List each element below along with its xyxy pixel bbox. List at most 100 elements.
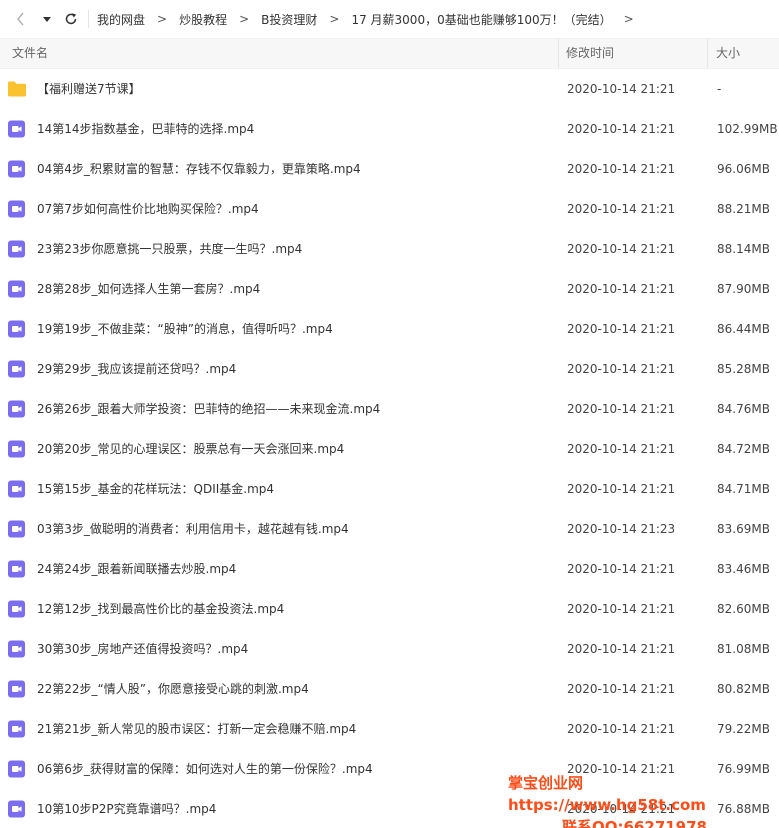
- file-name: 07第7步如何高性价比地购买保险？.mp4: [37, 202, 259, 216]
- breadcrumb-separator: >: [329, 12, 340, 26]
- file-modified-time: 2020-10-14 21:21: [567, 442, 676, 456]
- file-row[interactable]: 21第21步_新人常见的股市误区：打新一定会稳赚不赔.mp4 2020-10-14…: [0, 709, 779, 749]
- file-name: 28第28步_如何选择人生第一套房？.mp4: [37, 282, 261, 296]
- video-file-icon: [7, 720, 27, 738]
- breadcrumb-item-root[interactable]: 我的网盘: [97, 11, 145, 28]
- column-header-size[interactable]: 大小: [716, 39, 740, 68]
- file-row[interactable]: 06第6步_获得财富的保障：如何选对人生的第一份保险？.mp4 2020-10-1…: [0, 749, 779, 789]
- file-size: 79.22MB: [717, 722, 770, 736]
- file-name: 26第26步_跟着大师学投资：巴菲特的绝招——未来现金流.mp4: [37, 402, 381, 416]
- video-file-icon: [7, 800, 27, 818]
- toolbar: 我的网盘 > 炒股教程 > B投资理财 > 17 月薪3000，0基础也能赚够1…: [0, 0, 779, 38]
- video-file-icon: [7, 640, 27, 658]
- file-modified-time: 2020-10-14 21:21: [567, 162, 676, 176]
- file-modified-time: 2020-10-14 21:21: [567, 202, 676, 216]
- back-button[interactable]: [12, 10, 30, 28]
- video-file-icon: [7, 440, 27, 458]
- refresh-button[interactable]: [62, 10, 80, 28]
- video-file-icon: [7, 240, 27, 258]
- file-name: 03第3步_做聪明的消费者：利用信用卡，越花越有钱.mp4: [37, 522, 349, 536]
- refresh-icon: [65, 13, 77, 25]
- file-size: 88.21MB: [717, 202, 770, 216]
- file-row[interactable]: 12第12步_找到最高性价比的基金投资法.mp4 2020-10-14 21:21…: [0, 589, 779, 629]
- file-size: 76.99MB: [717, 762, 770, 776]
- breadcrumb-separator[interactable]: >: [624, 12, 634, 26]
- breadcrumb-separator: >: [157, 12, 168, 26]
- file-row[interactable]: 29第29步_我应该提前还贷吗？.mp4 2020-10-14 21:21 85.2…: [0, 349, 779, 389]
- chevron-left-icon: [17, 12, 24, 26]
- file-modified-time: 2020-10-14 21:21: [567, 762, 676, 776]
- file-modified-time: 2020-10-14 21:21: [567, 242, 676, 256]
- breadcrumb-separator: >: [239, 12, 250, 26]
- file-size: 96.06MB: [717, 162, 770, 176]
- file-name: 24第24步_跟着新闻联播去炒股.mp4: [37, 562, 237, 576]
- video-file-icon: [7, 320, 27, 338]
- file-name: 14第14步指数基金，巴菲特的选择.mp4: [37, 122, 255, 136]
- file-row[interactable]: 30第30步_房地产还值得投资吗？.mp4 2020-10-14 21:21 81.…: [0, 629, 779, 669]
- file-name: 04第4步_积累财富的智慧：存钱不仅靠毅力，更靠策略.mp4: [37, 162, 361, 176]
- file-size: 85.28MB: [717, 362, 770, 376]
- video-file-icon: [7, 360, 27, 378]
- file-size: 76.88MB: [717, 802, 770, 816]
- file-row[interactable]: 10第10步P2P究竟靠谱吗？.mp4 2020-10-14 21:21 76.88…: [0, 789, 779, 828]
- file-row[interactable]: 07第7步如何高性价比地购买保险？.mp4 2020-10-14 21:21 88.…: [0, 189, 779, 229]
- video-file-icon: [7, 400, 27, 418]
- file-size: 84.76MB: [717, 402, 770, 416]
- video-file-icon: [7, 600, 27, 618]
- file-name: 29第29步_我应该提前还贷吗？.mp4: [37, 362, 237, 376]
- file-row[interactable]: 24第24步_跟着新闻联播去炒股.mp4 2020-10-14 21:21 83.4…: [0, 549, 779, 589]
- column-header: 文件名 修改时间 大小: [0, 38, 779, 69]
- file-name: 22第22步_“情人股”，你愿意接受心跳的刺激.mp4: [37, 682, 309, 696]
- column-divider[interactable]: [558, 39, 559, 68]
- file-size: 82.60MB: [717, 602, 770, 616]
- folder-row[interactable]: 【福利赠送7节课】 2020-10-14 21:21 -: [0, 69, 779, 109]
- file-size: 88.14MB: [717, 242, 770, 256]
- file-name: 10第10步P2P究竟靠谱吗？.mp4: [37, 802, 217, 816]
- file-size: 83.46MB: [717, 562, 770, 576]
- file-modified-time: 2020-10-14 21:21: [567, 122, 676, 136]
- file-size: 102.99MB: [717, 122, 778, 136]
- folder-icon: [7, 80, 27, 98]
- file-row[interactable]: 15第15步_基金的花样玩法：QDII基金.mp4 2020-10-14 21:2…: [0, 469, 779, 509]
- file-row[interactable]: 28第28步_如何选择人生第一套房？.mp4 2020-10-14 21:21 87…: [0, 269, 779, 309]
- video-file-icon: [7, 120, 27, 138]
- file-row[interactable]: 22第22步_“情人股”，你愿意接受心跳的刺激.mp4 2020-10-14 21…: [0, 669, 779, 709]
- breadcrumb-item-investing[interactable]: B投资理财: [261, 11, 317, 28]
- file-modified-time: 2020-10-14 21:21: [567, 322, 676, 336]
- file-modified-time: 2020-10-14 21:21: [567, 722, 676, 736]
- column-header-modified[interactable]: 修改时间: [566, 39, 614, 68]
- file-row[interactable]: 19第19步_不做韭菜：“股神”的消息，值得听吗？.mp4 2020-10-14 …: [0, 309, 779, 349]
- breadcrumb: 我的网盘 > 炒股教程 > B投资理财 > 17 月薪3000，0基础也能赚够1…: [97, 11, 646, 28]
- file-size: 83.69MB: [717, 522, 770, 536]
- video-file-icon: [7, 680, 27, 698]
- file-modified-time: 2020-10-14 21:21: [567, 602, 676, 616]
- video-file-icon: [7, 200, 27, 218]
- toolbar-divider: [88, 10, 89, 28]
- file-modified-time: 2020-10-14 21:21: [567, 562, 676, 576]
- caret-down-icon: [43, 17, 51, 22]
- file-size: 86.44MB: [717, 322, 770, 336]
- file-row[interactable]: 20第20步_常见的心理误区：股票总有一天会涨回来.mp4 2020-10-14 …: [0, 429, 779, 469]
- history-dropdown-button[interactable]: [38, 10, 56, 28]
- file-modified-time: 2020-10-14 21:21: [567, 802, 676, 816]
- file-modified-time: 2020-10-14 21:23: [567, 522, 676, 536]
- file-row[interactable]: 26第26步_跟着大师学投资：巴菲特的绝招——未来现金流.mp4 2020-10-…: [0, 389, 779, 429]
- file-name: 【福利赠送7节课】: [37, 82, 141, 96]
- file-size: 87.90MB: [717, 282, 770, 296]
- file-row[interactable]: 04第4步_积累财富的智慧：存钱不仅靠毅力，更靠策略.mp4 2020-10-14…: [0, 149, 779, 189]
- file-row[interactable]: 23第23步你愿意挑一只股票，共度一生吗？.mp4 2020-10-14 21:2…: [0, 229, 779, 269]
- file-row[interactable]: 03第3步_做聪明的消费者：利用信用卡，越花越有钱.mp4 2020-10-14 …: [0, 509, 779, 549]
- breadcrumb-item-current[interactable]: 17 月薪3000，0基础也能赚够100万！（完结）: [351, 11, 611, 28]
- column-divider[interactable]: [707, 39, 708, 68]
- file-size: 81.08MB: [717, 642, 770, 656]
- file-name: 15第15步_基金的花样玩法：QDII基金.mp4: [37, 482, 275, 496]
- file-modified-time: 2020-10-14 21:21: [567, 282, 676, 296]
- file-row[interactable]: 14第14步指数基金，巴菲特的选择.mp4 2020-10-14 21:21 102…: [0, 109, 779, 149]
- file-modified-time: 2020-10-14 21:21: [567, 402, 676, 416]
- column-header-name[interactable]: 文件名: [12, 39, 48, 68]
- file-name: 23第23步你愿意挑一只股票，共度一生吗？.mp4: [37, 242, 303, 256]
- file-size: -: [717, 82, 722, 96]
- file-size: 80.82MB: [717, 682, 770, 696]
- breadcrumb-item-tutorials[interactable]: 炒股教程: [179, 11, 227, 28]
- file-name: 21第21步_新人常见的股市误区：打新一定会稳赚不赔.mp4: [37, 722, 357, 736]
